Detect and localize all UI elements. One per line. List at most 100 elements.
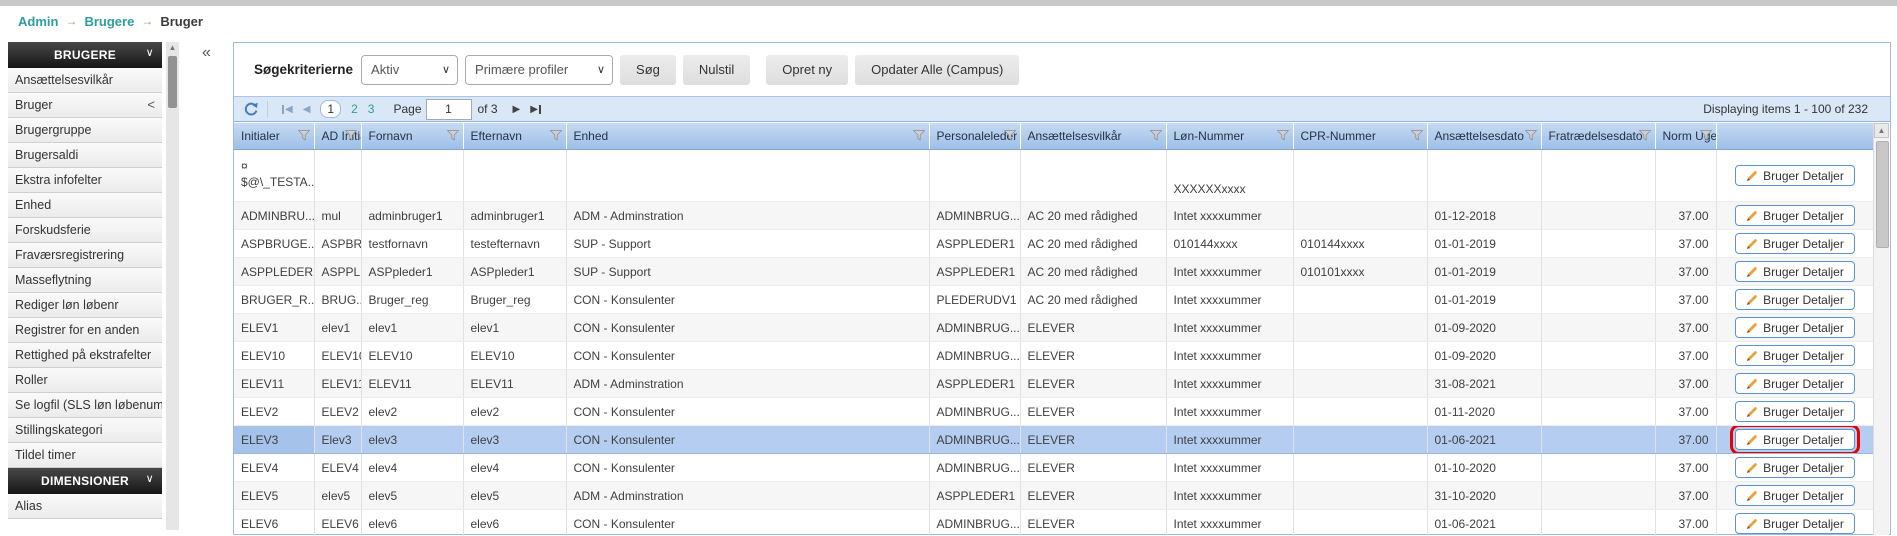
- sidebar-item-alias[interactable]: Alias: [8, 494, 162, 519]
- search-button[interactable]: Søg: [620, 55, 676, 85]
- column-header-fratr-delsesdato[interactable]: Fratrædelsesdato: [1541, 123, 1655, 150]
- sidebar-scrollbar-thumb[interactable]: [168, 56, 177, 108]
- column-header-ans-ttelsesvilk-r[interactable]: Ansættelsesvilkår: [1020, 123, 1166, 150]
- sidebar-item-bruger[interactable]: Bruger<: [8, 93, 162, 118]
- breadcrumb-link-admin[interactable]: Admin: [18, 14, 58, 29]
- cell-personaleleder: ADMINBRUG...: [929, 454, 1020, 482]
- sidebar-item-brugersaldi[interactable]: Brugersaldi: [8, 143, 162, 168]
- cell-norm-uge: 37.00: [1655, 314, 1716, 342]
- page-number-2[interactable]: 2: [351, 102, 358, 116]
- sidebar-item-ekstra-infofelter[interactable]: Ekstra infofelter: [8, 168, 162, 193]
- cell-ad-initialer: ELEV11: [314, 370, 361, 398]
- previous-page-button[interactable]: ◀: [303, 104, 311, 115]
- column-header-norm-uge[interactable]: Norm Uge: [1655, 123, 1716, 150]
- table-row[interactable]: ASPBRUGE...ASPBR...testfornavntesteftern…: [234, 230, 1874, 258]
- table-row[interactable]: ¤ $@\_TESTA...XXXXXXxxxxBruger Detaljer: [234, 150, 1874, 202]
- create-new-button[interactable]: Opret ny: [766, 55, 848, 85]
- sidebar-section-header-brugere[interactable]: BRUGERE∨: [8, 42, 162, 68]
- user-details-button[interactable]: Bruger Detaljer: [1735, 261, 1855, 282]
- table-row[interactable]: ELEV2ELEV2elev2elev2CON - KonsulenterADM…: [234, 398, 1874, 426]
- cell-enhed: CON - Konsulenter: [566, 426, 929, 454]
- column-header-enhed[interactable]: Enhed: [566, 123, 929, 150]
- scroll-up-icon[interactable]: ▲: [166, 42, 179, 54]
- sidebar-item-stillingskategori[interactable]: Stillingskategori: [8, 418, 162, 443]
- sidebar-item-enhed[interactable]: Enhed: [8, 193, 162, 218]
- cell-ans-ttelsesvilk-r: AC 20 med rådighed: [1020, 202, 1166, 230]
- pencil-icon: [1746, 378, 1758, 390]
- sidebar-item-roller[interactable]: Roller: [8, 368, 162, 393]
- column-header-cpr-nummer[interactable]: CPR-Nummer: [1293, 123, 1427, 150]
- cell-ans-ttelsesdato: 01-01-2019: [1427, 230, 1541, 258]
- column-header-efternavn[interactable]: Efternavn: [463, 123, 566, 150]
- table-row[interactable]: BRUGER_R...BRUG...Bruger_regBruger_regCO…: [234, 286, 1874, 314]
- reset-button[interactable]: Nulstil: [683, 55, 750, 85]
- user-details-button[interactable]: Bruger Detaljer: [1735, 233, 1855, 254]
- refresh-icon[interactable]: [243, 101, 259, 117]
- scroll-up-icon[interactable]: ▲: [1874, 123, 1889, 138]
- update-all-campus-button[interactable]: Opdater Alle (Campus): [855, 55, 1019, 85]
- users-table: InitialerAD InitialerFornavnEfternavnEnh…: [234, 123, 1874, 536]
- sidebar-scrollbar[interactable]: ▲: [166, 42, 179, 530]
- cell-initialer: ELEV1: [234, 314, 314, 342]
- user-details-button[interactable]: Bruger Detaljer: [1735, 289, 1855, 310]
- sidebar-item-frav-rsregistrering[interactable]: Fraværsregistrering: [8, 243, 162, 268]
- user-details-button[interactable]: Bruger Detaljer: [1735, 485, 1855, 506]
- column-header-initialer[interactable]: Initialer: [234, 123, 314, 150]
- sidebar-section-header-dimensioner[interactable]: DIMENSIONER∨: [8, 468, 162, 494]
- column-header-personaleleder[interactable]: Personaleleder: [929, 123, 1020, 150]
- page-number-3[interactable]: 3: [368, 102, 375, 116]
- user-details-button[interactable]: Bruger Detaljer: [1735, 513, 1855, 534]
- sidebar-item-registrer-for-en-anden[interactable]: Registrer for en anden: [8, 318, 162, 343]
- sidebar-item-forskudsferie[interactable]: Forskudsferie: [8, 218, 162, 243]
- table-row[interactable]: ELEV3Elev3elev3elev3CON - KonsulenterADM…: [234, 426, 1874, 454]
- sidebar-item-brugergruppe[interactable]: Brugergruppe: [8, 118, 162, 143]
- sidebar-item-tildel-timer[interactable]: Tildel timer: [8, 443, 162, 468]
- cell-cpr-nummer: 010101xxxx: [1293, 258, 1427, 286]
- table-row[interactable]: ELEV6ELEV6elev6elev6CON - KonsulenterADM…: [234, 510, 1874, 536]
- user-details-button[interactable]: Bruger Detaljer: [1735, 205, 1855, 226]
- table-row[interactable]: ELEV4ELEV4elev4elev4CON - KonsulenterADM…: [234, 454, 1874, 482]
- user-details-button[interactable]: Bruger Detaljer: [1735, 401, 1855, 422]
- user-details-button[interactable]: Bruger Detaljer: [1735, 317, 1855, 338]
- table-scrollbar[interactable]: ▲: [1873, 123, 1889, 535]
- first-page-button[interactable]: ◀: [281, 104, 293, 115]
- sidebar-item-masseflytning[interactable]: Masseflytning: [8, 268, 162, 293]
- cell-ans-ttelsesvilk-r: ELEVER: [1020, 426, 1166, 454]
- user-details-button[interactable]: Bruger Detaljer: [1735, 345, 1855, 366]
- sidebar-item-rediger-l-n-l-benr[interactable]: Rediger løn løbenr: [8, 293, 162, 318]
- sidebar-item-rettighed-p-ekstrafelter[interactable]: Rettighed på ekstrafelter: [8, 343, 162, 368]
- column-header-fornavn[interactable]: Fornavn: [361, 123, 463, 150]
- user-details-button[interactable]: Bruger Detaljer: [1735, 457, 1855, 478]
- collapse-sidebar-button[interactable]: «: [202, 44, 211, 62]
- pagination-status-text: Displaying items 1 - 100 of 232: [1703, 102, 1868, 116]
- profile-filter-dropdown[interactable]: Primære profiler ∨: [465, 55, 613, 85]
- table-row[interactable]: ELEV1elev1elev1elev1CON - KonsulenterADM…: [234, 314, 1874, 342]
- table-row[interactable]: ASPPLEDER1ASPPL...ASPpleder1ASPpleder1SU…: [234, 258, 1874, 286]
- cell-fratr-delsesdato: [1541, 286, 1655, 314]
- table-row[interactable]: ADMINBRU...muladminbruger1adminbruger1AD…: [234, 202, 1874, 230]
- pencil-icon: [1746, 266, 1758, 278]
- table-scrollbar-thumb[interactable]: [1876, 141, 1889, 248]
- next-page-button[interactable]: ▶: [513, 104, 521, 115]
- page-number-1[interactable]: 1: [320, 100, 341, 118]
- column-header-l-n-nummer[interactable]: Løn-Nummer: [1166, 123, 1293, 150]
- table-row[interactable]: ELEV5elev5elev5elev5ADM - AdminstrationA…: [234, 482, 1874, 510]
- user-details-button[interactable]: Bruger Detaljer: [1735, 373, 1855, 394]
- column-header-ad-initialer[interactable]: AD Initialer: [314, 123, 361, 150]
- last-page-button[interactable]: ▶: [530, 104, 542, 115]
- table-row[interactable]: ELEV10ELEV10ELEV10ELEV10CON - Konsulente…: [234, 342, 1874, 370]
- user-details-button-label: Bruger Detaljer: [1763, 169, 1844, 183]
- user-details-button[interactable]: Bruger Detaljer: [1735, 165, 1855, 186]
- page-number-input[interactable]: [426, 99, 472, 120]
- chevron-down-icon: ∨: [146, 472, 154, 485]
- column-header-ans-ttelsesdato[interactable]: Ansættelsesdato: [1427, 123, 1541, 150]
- user-details-button[interactable]: Bruger Detaljer: [1735, 429, 1855, 450]
- breadcrumb-link-brugere[interactable]: Brugere: [84, 14, 134, 29]
- sidebar-item-se-logfil-sls-l-n-l-benummer[interactable]: Se logfil (SLS løn løbenummer): [8, 393, 162, 418]
- cell-personaleleder: ADMINBRUG...: [929, 510, 1020, 536]
- status-filter-dropdown[interactable]: Aktiv ∨: [361, 55, 458, 85]
- cell-cpr-nummer: [1293, 286, 1427, 314]
- cell-fratr-delsesdato: [1541, 398, 1655, 426]
- sidebar-item-ans-ttelsesvilk-r[interactable]: Ansættelsesvilkår: [8, 68, 162, 93]
- table-row[interactable]: ELEV11ELEV11ELEV11ELEV11ADM - Adminstrat…: [234, 370, 1874, 398]
